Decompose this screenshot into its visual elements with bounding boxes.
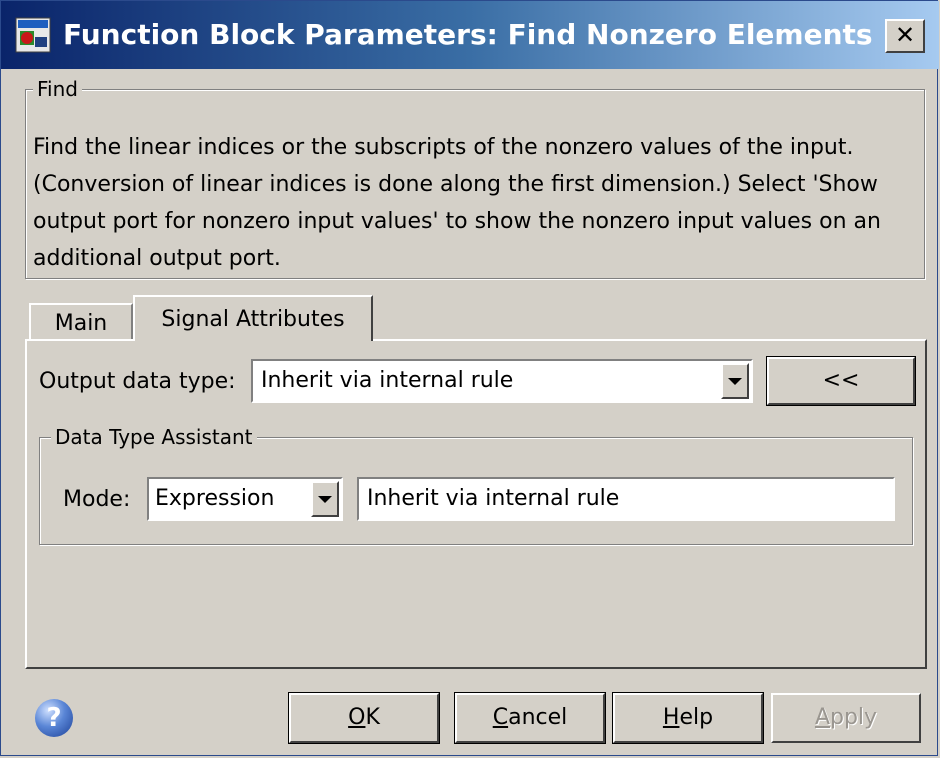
output-data-type-label: Output data type: xyxy=(39,369,236,394)
close-icon: ✕ xyxy=(894,21,916,49)
help-question-icon[interactable]: ? xyxy=(35,699,73,737)
help-mnemonic: H xyxy=(662,705,680,730)
output-data-type-value[interactable]: Inherit via internal rule xyxy=(251,359,753,403)
ok-button[interactable]: OK xyxy=(288,692,440,744)
output-data-type-dropdown[interactable]: Inherit via internal rule xyxy=(251,359,753,403)
cancel-button[interactable]: Cancel xyxy=(454,692,606,744)
chevron-down-icon xyxy=(728,377,742,385)
output-data-type-dropdown-arrow[interactable] xyxy=(721,363,749,399)
help-label-rest: elp xyxy=(679,705,714,730)
find-description: Find the linear indices or the subscript… xyxy=(33,135,881,271)
apply-button[interactable]: Apply xyxy=(771,693,921,743)
data-type-assistant-label: Data Type Assistant xyxy=(51,426,257,448)
mode-dropdown-arrow[interactable] xyxy=(311,481,339,517)
apply-label-rest: pply xyxy=(830,705,878,730)
title-bar[interactable]: Function Block Parameters: Find Nonzero … xyxy=(1,1,939,69)
expression-input[interactable]: Inherit via internal rule xyxy=(357,477,895,521)
ok-mnemonic: O xyxy=(348,705,366,730)
mode-dropdown[interactable]: Expression xyxy=(147,477,343,521)
chevron-down-icon xyxy=(318,495,332,503)
close-button[interactable]: ✕ xyxy=(885,19,925,53)
cancel-label-rest: ancel xyxy=(508,705,568,730)
ok-label-rest: K xyxy=(365,705,380,730)
simulink-block-icon xyxy=(15,17,51,53)
tab-main[interactable]: Main xyxy=(29,303,133,341)
apply-mnemonic: A xyxy=(814,705,830,730)
show-assistant-button[interactable]: << xyxy=(766,356,916,406)
window-title: Function Block Parameters: Find Nonzero … xyxy=(63,18,873,51)
help-button[interactable]: Help xyxy=(612,692,764,744)
find-group-label: Find xyxy=(33,78,82,100)
mode-label: Mode: xyxy=(63,487,131,512)
dialog-window: Function Block Parameters: Find Nonzero … xyxy=(0,0,939,756)
tab-signal-attributes[interactable]: Signal Attributes xyxy=(133,295,373,341)
cancel-mnemonic: C xyxy=(492,705,509,730)
